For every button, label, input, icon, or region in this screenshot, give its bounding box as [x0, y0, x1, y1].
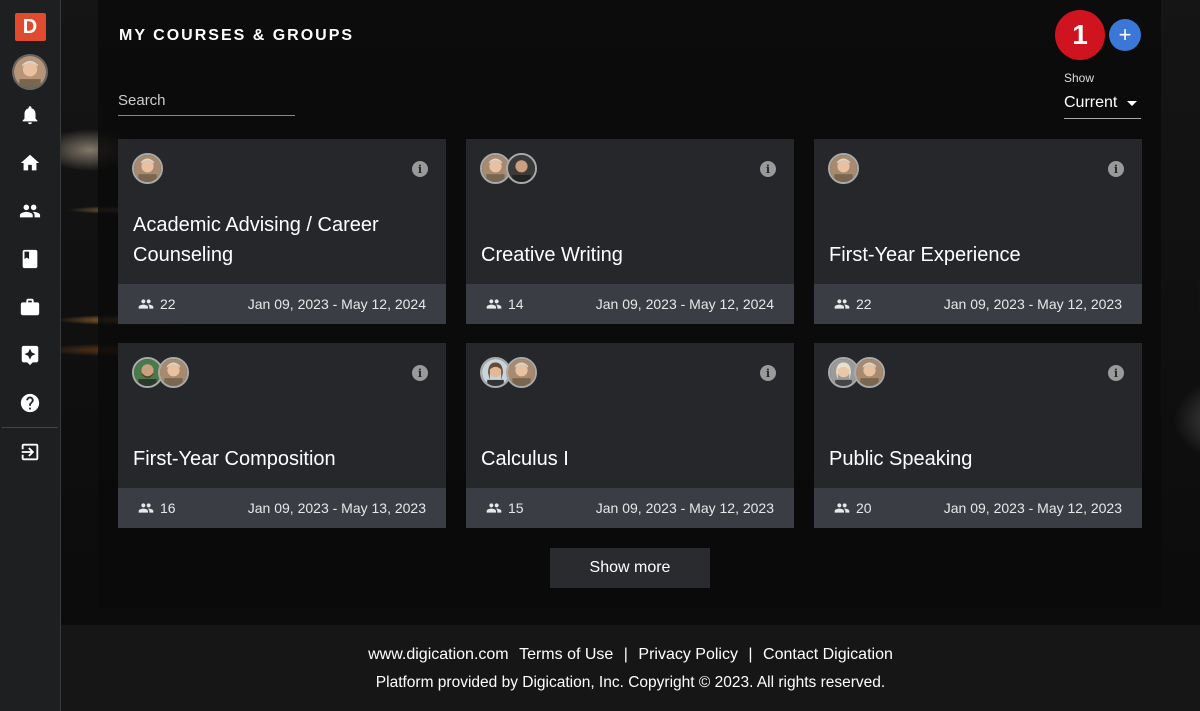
show-more-button[interactable]: Show more: [550, 548, 710, 588]
people-icon: [486, 299, 502, 309]
people-icon: [138, 503, 154, 513]
course-dates: Jan 09, 2023 - May 12, 2024: [247, 296, 426, 312]
course-card[interactable]: i Creative Writing 14 Jan 09, 2023 - May…: [466, 139, 794, 324]
course-dates: Jan 09, 2023 - May 13, 2023: [247, 500, 426, 516]
book-icon[interactable]: [19, 248, 41, 270]
course-dates: Jan 09, 2023 - May 12, 2024: [595, 296, 774, 312]
member-count: 22: [834, 296, 872, 312]
show-filter-label: Show: [1064, 71, 1095, 85]
course-footer: 22 Jan 09, 2023 - May 12, 2023: [814, 284, 1142, 324]
course-title: Academic Advising / Career Counseling: [133, 214, 379, 266]
member-avatars: [480, 357, 537, 388]
footer-links: www.digication.com Terms of Use | Privac…: [61, 646, 1200, 664]
member-avatar: [828, 153, 859, 184]
bell-icon[interactable]: [19, 104, 41, 126]
member-avatars: [828, 153, 859, 184]
course-title: Public Speaking: [829, 448, 973, 470]
sidebar-divider: [2, 427, 58, 428]
search-input[interactable]: [118, 86, 295, 116]
course-title: First-Year Composition: [133, 448, 336, 470]
info-icon[interactable]: i: [1108, 161, 1124, 177]
course-card[interactable]: i Public Speaking 20 Jan 09, 2023 - May …: [814, 343, 1142, 528]
member-avatars: [828, 357, 885, 388]
member-avatar: [506, 357, 537, 388]
info-icon[interactable]: i: [760, 161, 776, 177]
people-icon: [834, 503, 850, 513]
notification-badge[interactable]: 1: [1055, 10, 1105, 60]
member-count: 14: [486, 296, 524, 312]
course-title: Creative Writing: [481, 244, 623, 266]
member-count: 16: [138, 500, 176, 516]
member-avatar: [132, 153, 163, 184]
footer-contact-link[interactable]: Contact Digication: [763, 646, 893, 663]
course-dates: Jan 09, 2023 - May 12, 2023: [943, 500, 1122, 516]
footer-privacy-link[interactable]: Privacy Policy: [638, 646, 738, 663]
home-icon[interactable]: [19, 152, 41, 174]
course-card[interactable]: i First-Year Experience 22 Jan 09, 2023 …: [814, 139, 1142, 324]
member-count: 20: [834, 500, 872, 516]
app-logo[interactable]: D: [14, 13, 46, 41]
course-dates: Jan 09, 2023 - May 12, 2023: [943, 296, 1122, 312]
feedback-icon[interactable]: [19, 344, 41, 366]
member-avatar: [158, 357, 189, 388]
member-count: 22: [138, 296, 176, 312]
info-icon[interactable]: i: [412, 161, 428, 177]
course-card[interactable]: i Academic Advising / Career Counseling …: [118, 139, 446, 324]
info-icon[interactable]: i: [412, 365, 428, 381]
course-footer: 16 Jan 09, 2023 - May 13, 2023: [118, 488, 446, 528]
course-card[interactable]: i Calculus I 15 Jan 09, 2023 - May 12, 2…: [466, 343, 794, 528]
member-avatars: [132, 153, 163, 184]
logout-icon[interactable]: [19, 441, 41, 463]
course-title: First-Year Experience: [829, 244, 1021, 266]
sidebar: D: [0, 0, 61, 711]
course-footer: 15 Jan 09, 2023 - May 12, 2023: [466, 488, 794, 528]
member-count-value: 20: [856, 500, 872, 516]
course-dates: Jan 09, 2023 - May 12, 2023: [595, 500, 774, 516]
member-count: 15: [486, 500, 524, 516]
footer-copyright: Platform provided by Digication, Inc. Co…: [375, 674, 886, 691]
member-count-value: 15: [508, 500, 524, 516]
member-avatars: [132, 357, 189, 388]
footer-terms-link[interactable]: Terms of Use: [519, 646, 613, 663]
people-icon: [834, 299, 850, 309]
help-icon[interactable]: [19, 392, 41, 414]
course-card[interactable]: i First-Year Composition 16 Jan 09, 2023…: [118, 343, 446, 528]
main-panel: MY COURSES & GROUPS 1 + Show Current i A…: [98, 0, 1161, 608]
member-avatar: [854, 357, 885, 388]
user-avatar[interactable]: [12, 54, 48, 90]
member-count-value: 22: [160, 296, 176, 312]
briefcase-icon[interactable]: [19, 296, 41, 318]
course-title: Calculus I: [481, 448, 569, 470]
course-footer: 22 Jan 09, 2023 - May 12, 2024: [118, 284, 446, 324]
add-course-button[interactable]: +: [1109, 19, 1141, 51]
member-count-value: 14: [508, 296, 524, 312]
member-count-value: 16: [160, 500, 176, 516]
caret-down-icon: [1127, 100, 1137, 106]
member-avatar: [506, 153, 537, 184]
page-footer: www.digication.com Terms of Use | Privac…: [61, 625, 1200, 711]
people-icon: [486, 503, 502, 513]
course-footer: 14 Jan 09, 2023 - May 12, 2024: [466, 284, 794, 324]
info-icon[interactable]: i: [1108, 365, 1124, 381]
info-icon[interactable]: i: [760, 365, 776, 381]
people-icon: [138, 299, 154, 309]
footer-separator: |: [623, 646, 628, 663]
people-icon[interactable]: [19, 200, 41, 222]
page-title: MY COURSES & GROUPS: [119, 27, 355, 44]
footer-site-link[interactable]: www.digication.com: [368, 646, 509, 663]
show-filter-value: Current: [1064, 94, 1118, 111]
course-footer: 20 Jan 09, 2023 - May 12, 2023: [814, 488, 1142, 528]
footer-separator: |: [748, 646, 753, 663]
show-filter-select[interactable]: Current: [1064, 88, 1141, 119]
member-count-value: 22: [856, 296, 872, 312]
member-avatars: [480, 153, 537, 184]
